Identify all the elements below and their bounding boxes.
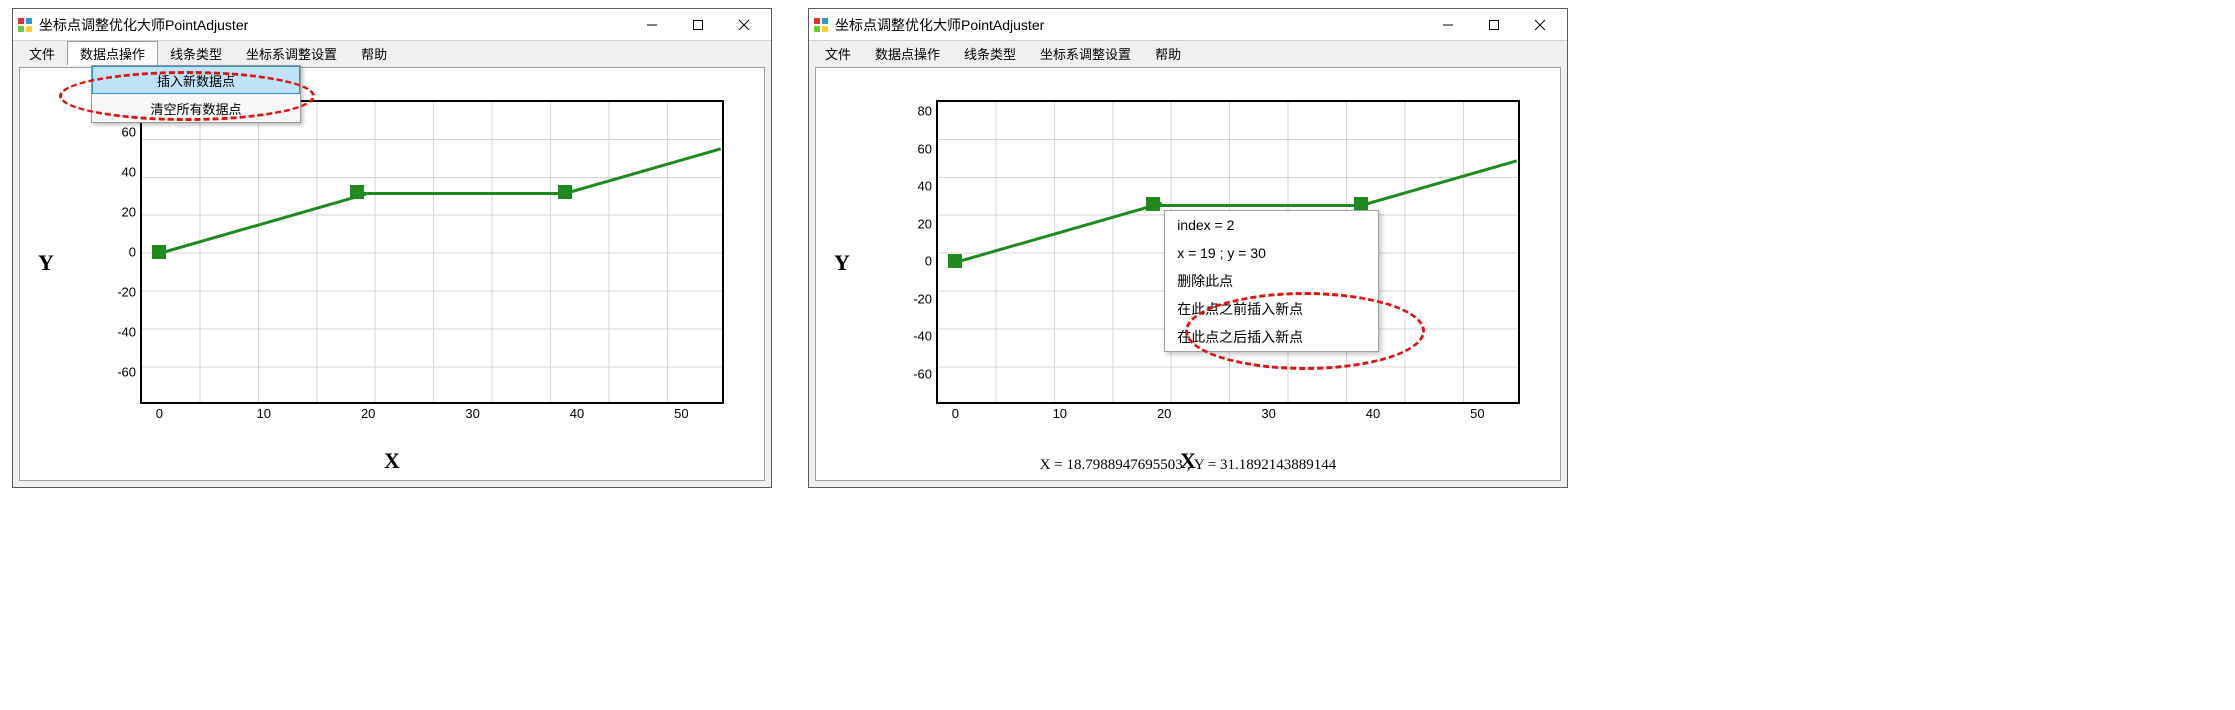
minimize-button[interactable] bbox=[1425, 10, 1471, 40]
app-icon bbox=[17, 17, 33, 33]
window-right: 坐标点调整优化大师PointAdjuster 文件 数据点操作 线条类型 坐标系… bbox=[808, 8, 1568, 488]
data-point[interactable] bbox=[152, 245, 166, 259]
data-point[interactable] bbox=[1146, 197, 1160, 211]
y-tick: 40 bbox=[122, 164, 142, 179]
minimize-button[interactable] bbox=[629, 10, 675, 40]
chart-panel: Y X 80 60 40 20 0 -20 -40 -60 0 10 20 30… bbox=[815, 67, 1561, 481]
ctx-insert-before[interactable]: 在此点之前插入新点 bbox=[1165, 295, 1378, 323]
close-button[interactable] bbox=[1517, 10, 1563, 40]
chart-line bbox=[159, 193, 366, 255]
x-tick: 40 bbox=[1366, 402, 1380, 421]
menu-help[interactable]: 帮助 bbox=[1143, 41, 1193, 65]
y-tick: 80 bbox=[918, 104, 938, 119]
y-tick: -20 bbox=[117, 284, 142, 299]
data-point[interactable] bbox=[558, 185, 572, 199]
x-tick: 40 bbox=[570, 402, 584, 421]
window-title: 坐标点调整优化大师PointAdjuster bbox=[39, 15, 629, 35]
x-tick: 20 bbox=[361, 402, 375, 421]
maximize-button[interactable] bbox=[1471, 10, 1517, 40]
x-tick: 10 bbox=[257, 402, 271, 421]
y-tick: 0 bbox=[925, 254, 938, 269]
chart-line bbox=[1153, 204, 1362, 207]
menu-file[interactable]: 文件 bbox=[17, 41, 67, 65]
y-tick: -20 bbox=[913, 291, 938, 306]
x-tick: 30 bbox=[1261, 402, 1275, 421]
x-tick: 0 bbox=[156, 402, 163, 421]
ctx-index-info: index = 2 bbox=[1165, 211, 1378, 239]
y-tick: -60 bbox=[117, 365, 142, 380]
status-coords: X = 18.7988947695503 ; Y = 31.1892143889… bbox=[816, 457, 1560, 474]
menu-axis-settings[interactable]: 坐标系调整设置 bbox=[1028, 41, 1143, 65]
plot-area[interactable]: 60 40 20 0 -20 -40 -60 0 10 20 30 40 50 bbox=[140, 100, 724, 404]
y-tick: 40 bbox=[918, 179, 938, 194]
menu-point-ops[interactable]: 数据点操作 bbox=[863, 41, 952, 65]
x-tick: 50 bbox=[1470, 402, 1484, 421]
data-point[interactable] bbox=[1354, 197, 1368, 211]
dropdown-insert-point[interactable]: 插入新数据点 bbox=[92, 66, 300, 94]
x-axis-label: X bbox=[384, 448, 400, 474]
menu-line-type[interactable]: 线条类型 bbox=[158, 41, 234, 65]
chart: Y X 60 40 20 0 -20 -40 -60 0 10 20 30 40… bbox=[50, 92, 734, 434]
menu-point-ops[interactable]: 数据点操作 bbox=[67, 41, 158, 65]
window-left: 坐标点调整优化大师PointAdjuster 文件 数据点操作 线条类型 坐标系… bbox=[12, 8, 772, 488]
titlebar: 坐标点调整优化大师PointAdjuster bbox=[13, 9, 771, 41]
titlebar: 坐标点调整优化大师PointAdjuster bbox=[809, 9, 1567, 41]
x-tick: 30 bbox=[465, 402, 479, 421]
chart-line bbox=[955, 202, 1162, 264]
ctx-delete-point[interactable]: 删除此点 bbox=[1165, 267, 1378, 295]
y-tick: 20 bbox=[122, 204, 142, 219]
y-tick: 60 bbox=[122, 125, 142, 140]
y-tick: -40 bbox=[117, 324, 142, 339]
y-tick: 60 bbox=[918, 141, 938, 156]
maximize-button[interactable] bbox=[675, 10, 721, 40]
dropdown-clear-all[interactable]: 清空所有数据点 bbox=[92, 94, 300, 122]
x-tick: 10 bbox=[1053, 402, 1067, 421]
window-title: 坐标点调整优化大师PointAdjuster bbox=[835, 15, 1425, 35]
data-point[interactable] bbox=[948, 254, 962, 268]
x-tick: 20 bbox=[1157, 402, 1171, 421]
context-menu: index = 2 x = 19 ; y = 30 删除此点 在此点之前插入新点… bbox=[1164, 210, 1379, 352]
chart-line bbox=[357, 192, 566, 195]
y-axis-label: Y bbox=[834, 250, 850, 276]
dropdown-point-ops: 插入新数据点 清空所有数据点 bbox=[91, 65, 301, 123]
chart-line bbox=[565, 147, 722, 195]
menu-help[interactable]: 帮助 bbox=[349, 41, 399, 65]
y-tick: -60 bbox=[913, 366, 938, 381]
chart-line bbox=[1361, 159, 1518, 207]
menu-axis-settings[interactable]: 坐标系调整设置 bbox=[234, 41, 349, 65]
data-point[interactable] bbox=[350, 185, 364, 199]
ctx-insert-after[interactable]: 在此点之后插入新点 bbox=[1165, 323, 1378, 351]
x-tick: 50 bbox=[674, 402, 688, 421]
y-tick: 0 bbox=[129, 245, 142, 260]
menubar: 文件 数据点操作 线条类型 坐标系调整设置 帮助 bbox=[809, 41, 1567, 65]
ctx-xy-info: x = 19 ; y = 30 bbox=[1165, 239, 1378, 267]
y-axis-label: Y bbox=[38, 250, 54, 276]
plot-area[interactable]: 80 60 40 20 0 -20 -40 -60 0 10 20 30 40 … bbox=[936, 100, 1520, 404]
close-button[interactable] bbox=[721, 10, 767, 40]
menu-line-type[interactable]: 线条类型 bbox=[952, 41, 1028, 65]
menubar: 文件 数据点操作 线条类型 坐标系调整设置 帮助 bbox=[13, 41, 771, 65]
y-tick: 20 bbox=[918, 216, 938, 231]
chart: Y X 80 60 40 20 0 -20 -40 -60 0 10 20 30… bbox=[846, 92, 1530, 434]
menu-file[interactable]: 文件 bbox=[813, 41, 863, 65]
x-tick: 0 bbox=[952, 402, 959, 421]
app-icon bbox=[813, 17, 829, 33]
chart-panel: Y X 60 40 20 0 -20 -40 -60 0 10 20 30 40… bbox=[19, 67, 765, 481]
y-tick: -40 bbox=[913, 329, 938, 344]
